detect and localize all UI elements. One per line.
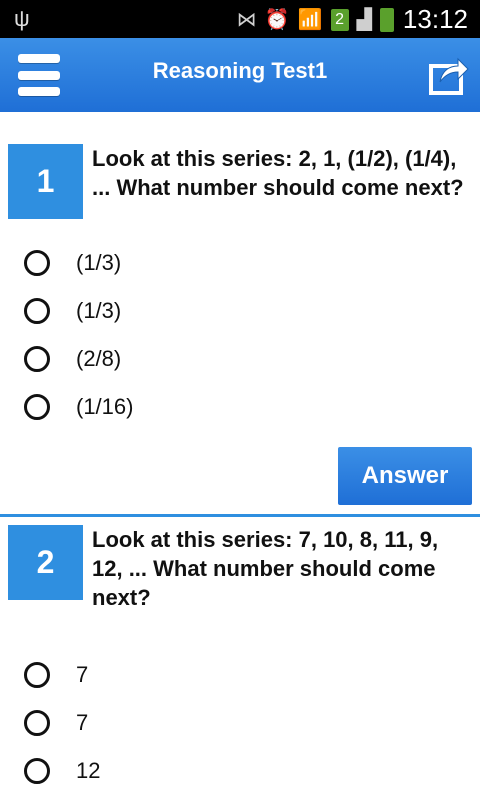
sim-badge: 2	[330, 8, 349, 31]
alarm-icon: ⏰	[264, 9, 290, 31]
wifi-icon: 📶	[297, 9, 323, 31]
usb-icon: ψ	[14, 6, 30, 31]
option-2-2[interactable]: 7	[24, 706, 88, 740]
radio-button[interactable]	[24, 758, 50, 784]
option-1-1[interactable]: (1/3)	[24, 246, 121, 280]
app-bar: Reasoning Test1	[0, 38, 480, 112]
question-text: Look at this series: 2, 1, (1/2), (1/4),…	[92, 146, 464, 200]
share-icon[interactable]	[428, 52, 470, 96]
option-label: (2/8)	[76, 346, 122, 371]
option-label: (1/3)	[76, 298, 122, 323]
option-2-3[interactable]: 12	[24, 754, 100, 788]
status-icons: ⋈ ⏰ 📶 2 ▟	[237, 7, 394, 32]
radio-button[interactable]	[24, 394, 50, 420]
status-time: 13:12	[402, 4, 468, 34]
radio-button[interactable]	[24, 298, 50, 324]
radio-button[interactable]	[24, 346, 50, 372]
radio-button[interactable]	[24, 710, 50, 736]
question-number: 2	[8, 525, 83, 600]
option-1-3[interactable]: (2/8)	[24, 342, 121, 376]
answer-button[interactable]: Answer	[338, 447, 472, 505]
option-label: (1/3)	[76, 250, 122, 275]
question-text: Look at this series: 7, 10, 8, 11, 9, 12…	[92, 527, 439, 610]
option-1-2[interactable]: (1/3)	[24, 294, 121, 328]
radio-button[interactable]	[24, 250, 50, 276]
divider	[0, 514, 480, 517]
page-title: Reasoning Test1	[152, 58, 328, 83]
signal-icon: ▟	[356, 9, 372, 31]
option-label: (1/16)	[76, 394, 134, 419]
option-2-1[interactable]: 7	[24, 658, 88, 692]
option-1-4[interactable]: (1/16)	[24, 390, 133, 424]
status-bar: ψ ⋈ ⏰ 📶 2 ▟ 13:12	[0, 0, 480, 38]
question-number: 1	[8, 144, 83, 219]
radio-button[interactable]	[24, 662, 50, 688]
vibrate-icon: ⋈	[236, 9, 257, 31]
option-label: 12	[76, 758, 101, 783]
battery-icon	[380, 7, 394, 32]
option-label: 7	[76, 662, 89, 687]
option-label: 7	[76, 710, 89, 735]
